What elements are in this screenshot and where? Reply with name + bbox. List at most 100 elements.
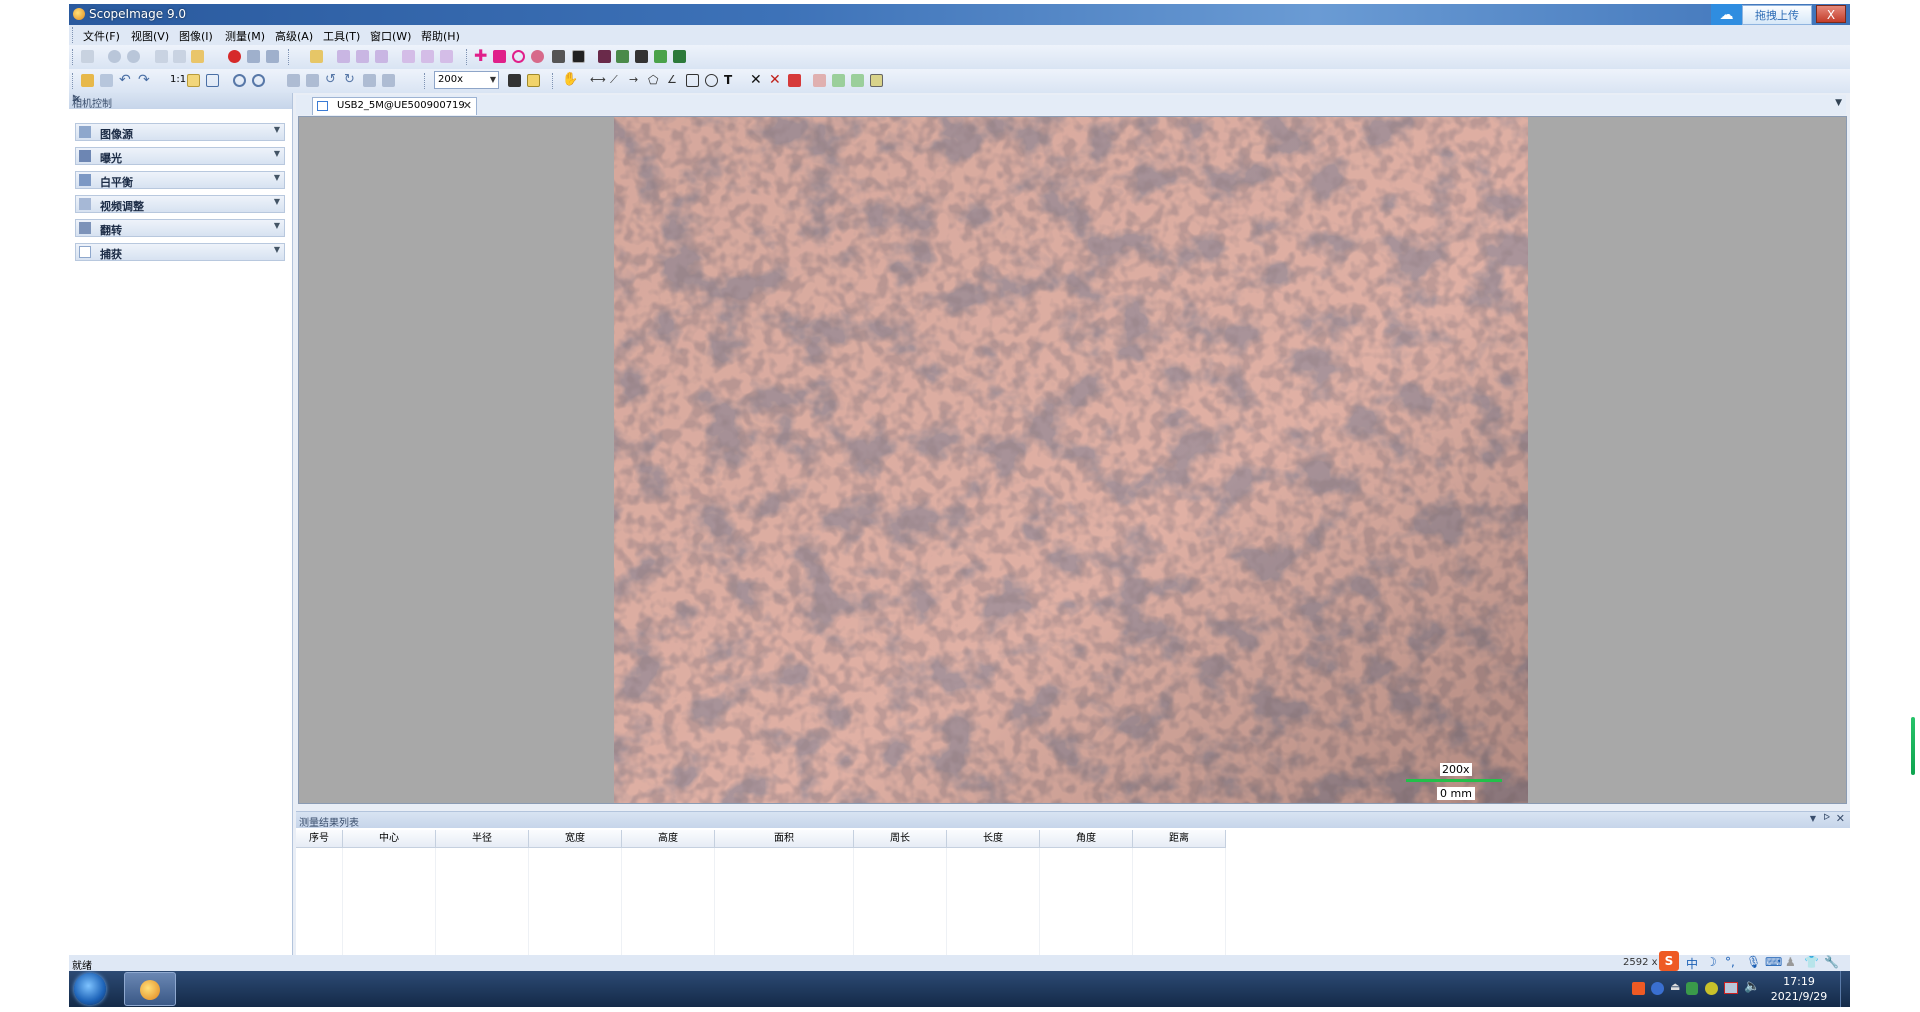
folder-icon[interactable] [191, 50, 204, 63]
color-picker-icon[interactable] [531, 50, 544, 63]
shirt-icon[interactable]: 👕 [1804, 955, 1819, 969]
delete-all-icon[interactable]: ✕ [769, 73, 782, 87]
moon-icon[interactable]: ☽ [1706, 955, 1717, 969]
column-header[interactable]: 角度 [1040, 830, 1133, 848]
keyboard-icon[interactable]: ⌨ [1765, 955, 1782, 969]
punctuation-icon[interactable]: °, [1725, 955, 1735, 969]
menu-image[interactable]: 图像(I) [179, 28, 213, 44]
align-icon[interactable] [402, 50, 415, 63]
usb-icon[interactable]: ⏏ [1670, 980, 1680, 993]
column-header[interactable]: 距离 [1133, 830, 1226, 848]
grid-table-icon[interactable] [870, 74, 883, 87]
wrench-icon[interactable]: 🔧 [1824, 955, 1839, 969]
accordion-capture[interactable]: 捕获 ▼ [75, 243, 285, 261]
filter-icon[interactable] [616, 50, 629, 63]
toolbar-grip[interactable] [72, 49, 75, 65]
open-icon[interactable] [81, 74, 94, 87]
record-pause-icon[interactable] [247, 50, 260, 63]
cloud-icon[interactable]: ☁ [1711, 4, 1742, 26]
rectangle-tool-icon[interactable] [686, 74, 699, 87]
table-icon[interactable] [813, 74, 826, 87]
chevron-down-icon[interactable]: ▼ [1810, 814, 1816, 823]
angle-tool-icon[interactable]: ∠ [667, 74, 680, 87]
ime-tray-icon[interactable] [1632, 982, 1645, 995]
layout-icon[interactable] [356, 50, 369, 63]
pan-hand-icon[interactable]: ✋ [562, 73, 578, 87]
show-desktop-button[interactable] [1840, 971, 1850, 1007]
report-icon[interactable] [673, 50, 686, 63]
calibration-icon[interactable] [508, 74, 521, 87]
upload-button[interactable]: 拖拽上传 [1742, 5, 1812, 25]
column-header[interactable]: 高度 [622, 830, 715, 848]
menu-measure[interactable]: 测量(M) [225, 28, 265, 44]
menu-advanced[interactable]: 高级(A) [275, 28, 313, 44]
undo-icon[interactable]: ↶ [119, 73, 132, 87]
accordion-video-adjust[interactable]: 视频调整 ▼ [75, 195, 285, 213]
tab-list-icon[interactable]: ▼ [1835, 98, 1842, 108]
layout-icon[interactable] [337, 50, 350, 63]
column-header[interactable]: 长度 [947, 830, 1040, 848]
chevron-down-icon[interactable]: ▼ [490, 72, 496, 88]
floating-widget-bar[interactable] [1911, 717, 1915, 775]
zoom-out-icon[interactable] [252, 74, 265, 87]
taskbar-app-scopeimage[interactable] [124, 972, 176, 1006]
align-icon[interactable] [421, 50, 434, 63]
toolbar-grip[interactable] [288, 49, 291, 65]
snapshot-icon[interactable] [155, 50, 168, 63]
accordion-flip[interactable]: 翻转 ▼ [75, 219, 285, 237]
export-icon[interactable] [654, 50, 667, 63]
pin-icon[interactable]: ᐅ [1823, 813, 1830, 823]
volume-icon[interactable]: 🔈 [1744, 979, 1760, 994]
help-icon[interactable] [1651, 982, 1664, 995]
paste-icon[interactable] [851, 74, 864, 87]
scale-bar[interactable]: 200x 0 mm [1406, 761, 1506, 801]
user-icon[interactable]: ♟ [1785, 955, 1796, 969]
image-viewer[interactable]: 200x 0 mm [298, 116, 1847, 804]
toolbar-grip[interactable] [552, 73, 555, 89]
menu-file[interactable]: 文件(F) [83, 28, 120, 44]
measure-icon[interactable] [635, 50, 648, 63]
fit-window-icon[interactable] [187, 74, 200, 87]
menu-help[interactable]: 帮助(H) [421, 28, 460, 44]
microscope-image[interactable]: 200x 0 mm [614, 117, 1528, 803]
column-header[interactable]: 中心 [343, 830, 436, 848]
grid-icon[interactable] [493, 50, 506, 63]
polygon-tool-icon[interactable]: ⬠ [648, 74, 661, 87]
image-icon[interactable] [552, 50, 565, 63]
accordion-exposure[interactable]: 曝光 ▼ [75, 147, 285, 165]
color-icon[interactable] [788, 74, 801, 87]
menu-grip[interactable] [72, 27, 75, 43]
security-icon[interactable] [1705, 982, 1718, 995]
flip-vertical-icon[interactable] [287, 74, 300, 87]
accordion-image-source[interactable]: 图像源 ▼ [75, 123, 285, 141]
scale-bar-icon[interactable] [527, 74, 540, 87]
layout-icon[interactable] [375, 50, 388, 63]
close-button[interactable]: X [1816, 5, 1846, 23]
text-tool-icon[interactable]: T [724, 74, 737, 87]
contrast-icon[interactable] [572, 50, 585, 63]
toolbar-grip[interactable] [72, 73, 75, 89]
menu-tools[interactable]: 工具(T) [323, 28, 360, 44]
column-header[interactable]: 周长 [854, 830, 947, 848]
menu-window[interactable]: 窗口(W) [370, 28, 411, 44]
accordion-white-balance[interactable]: 白平衡 ▼ [75, 171, 285, 189]
target-icon[interactable] [512, 50, 525, 63]
polyline-tool-icon[interactable]: ⟋ [610, 74, 623, 87]
batch-snapshot-icon[interactable] [173, 50, 186, 63]
panel-close-icon[interactable]: ✕ [1836, 812, 1845, 825]
record-stop-icon[interactable] [266, 50, 279, 63]
flip-horizontal-icon[interactable] [306, 74, 319, 87]
save-icon[interactable] [100, 74, 113, 87]
panel-close-icon[interactable]: ✕ [72, 93, 288, 106]
rotate-right-icon[interactable]: ↻ [344, 73, 357, 87]
shield-icon[interactable] [1686, 982, 1698, 995]
toolbar-grip[interactable] [466, 49, 469, 65]
histogram-icon[interactable] [598, 50, 611, 63]
start-button[interactable] [74, 973, 106, 1005]
redo-icon[interactable]: ↷ [138, 73, 151, 87]
copy-icon[interactable] [832, 74, 845, 87]
toolbar-grip[interactable] [424, 73, 427, 89]
clock[interactable]: 17:19 2021/9/29 [1764, 974, 1834, 1004]
open-folder-icon[interactable] [310, 50, 323, 63]
microphone-icon[interactable]: 🎙 [1746, 955, 1761, 969]
